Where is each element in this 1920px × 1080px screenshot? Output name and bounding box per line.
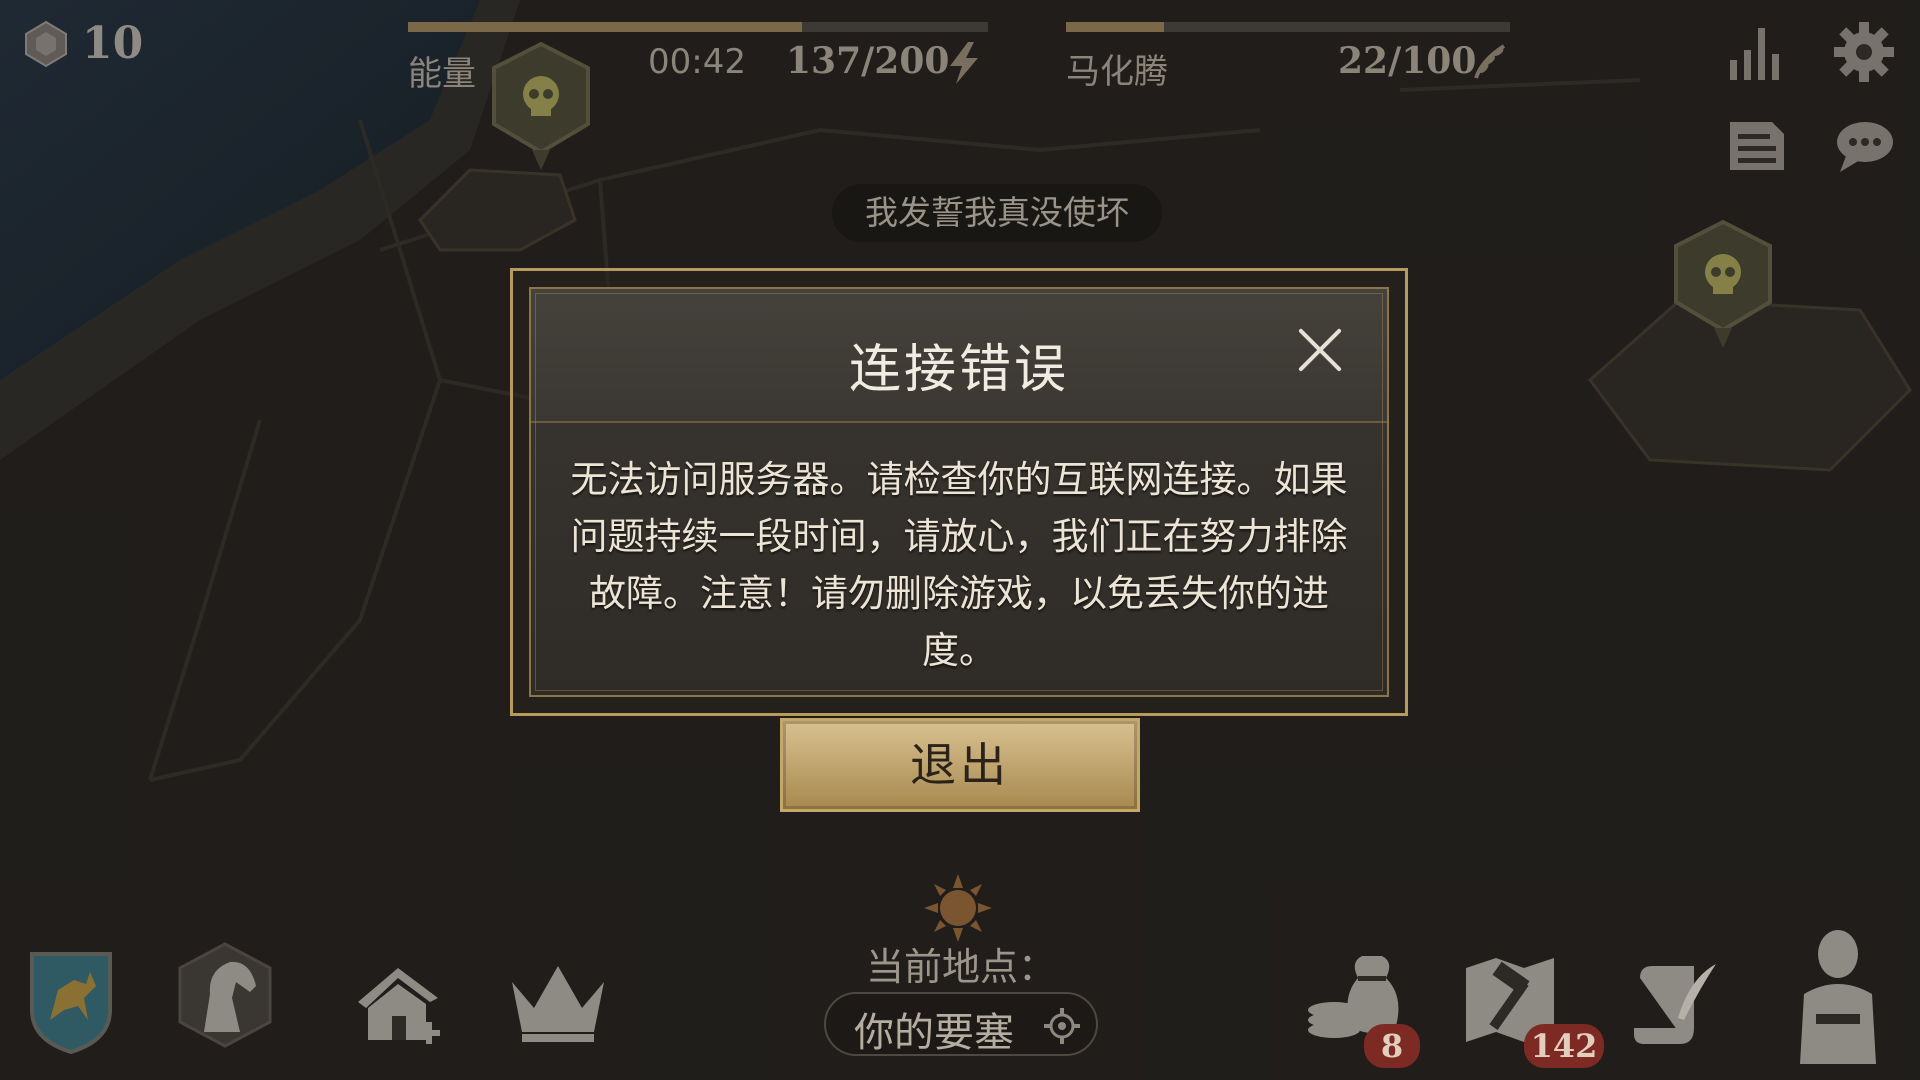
coat-of-arms-icon[interactable] xyxy=(28,950,114,1054)
energy-bar xyxy=(408,22,988,32)
player-bar xyxy=(1066,22,1510,32)
shield-gem-icon xyxy=(25,20,67,67)
player-name: 马化腾 xyxy=(1066,52,1168,92)
hint-text: 我发誓我真没使坏 xyxy=(832,184,1162,242)
document-icon[interactable] xyxy=(1726,118,1788,174)
build-badge: 142 xyxy=(1524,1024,1604,1068)
sun-icon xyxy=(924,874,992,942)
lightning-icon xyxy=(950,42,978,84)
location-label: 当前地点： xyxy=(866,945,1057,989)
dialog-message: 无法访问服务器。请检查你的互联网连接。如果问题持续一段时间，请放心，我们正在努力… xyxy=(570,458,1348,672)
stats-icon[interactable] xyxy=(1726,24,1788,82)
gear-icon[interactable] xyxy=(1832,20,1896,84)
resource-counter[interactable]: 10 xyxy=(22,18,143,69)
energy-bar-fill xyxy=(408,22,803,32)
energy-timer: 00:42 xyxy=(648,42,746,82)
energy-label: 能量 xyxy=(408,54,476,94)
resources-badge: 8 xyxy=(1364,1024,1420,1068)
chat-icon[interactable] xyxy=(1834,118,1896,174)
locate-icon xyxy=(1044,1008,1080,1044)
house-add-icon[interactable] xyxy=(352,962,444,1048)
crown-icon[interactable] xyxy=(506,962,610,1046)
dialog-title: 连接错误 xyxy=(848,340,1069,400)
resource-count: 10 xyxy=(82,18,144,69)
player-value: 22/100 xyxy=(1338,40,1477,82)
skull-icon[interactable] xyxy=(484,40,598,174)
close-icon[interactable] xyxy=(1297,327,1343,373)
exit-button[interactable]: 退出 xyxy=(780,718,1140,812)
player-bar-fill xyxy=(1066,22,1164,32)
laurel-icon xyxy=(1474,44,1506,79)
energy-value: 137/200 xyxy=(786,40,950,82)
location-selector[interactable]: 你的要塞 xyxy=(824,992,1098,1056)
hero-icon[interactable] xyxy=(1786,924,1890,1064)
dialog-panel: 连接错误 无法访问服务器。请检查你的互联网连接。如果问题持续一段时间，请放心，我… xyxy=(529,287,1389,697)
dialog-header: 连接错误 xyxy=(531,289,1387,423)
connection-error-dialog: 连接错误 无法访问服务器。请检查你的互联网连接。如果问题持续一段时间，请放心，我… xyxy=(510,268,1408,716)
location-value: 你的要塞 xyxy=(854,1010,1014,1056)
scroll-quill-icon[interactable] xyxy=(1630,958,1722,1050)
skull-icon[interactable] xyxy=(1666,218,1780,352)
horse-head-icon[interactable] xyxy=(170,940,280,1050)
